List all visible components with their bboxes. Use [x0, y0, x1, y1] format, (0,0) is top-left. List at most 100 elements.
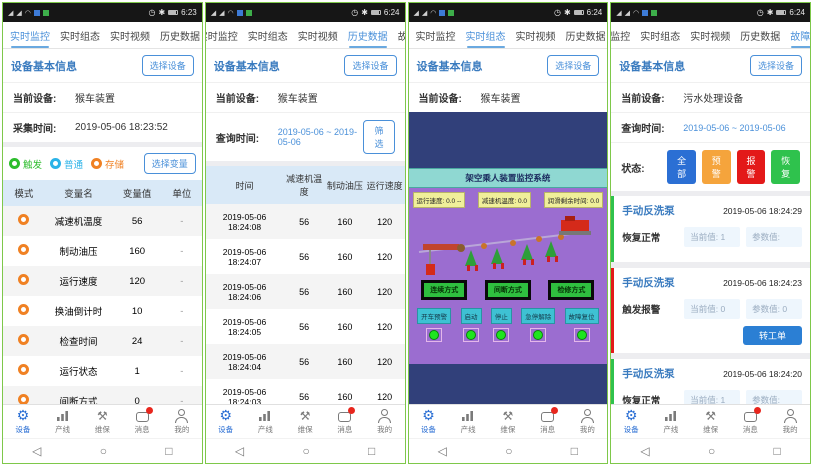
recents-button[interactable]: □	[368, 444, 375, 458]
table-row: 减速机温度 56 -	[3, 206, 202, 236]
nav-item-maintenance[interactable]: 维保	[500, 409, 515, 435]
select-device-button[interactable]: 选择设备	[142, 55, 194, 76]
nav-item-messages[interactable]: 消息	[337, 409, 352, 435]
filter-button[interactable]: 筛选	[363, 120, 394, 154]
variable-name: 减速机温度	[45, 214, 113, 228]
row-time: 2019-05-06 18:24:04	[206, 352, 284, 372]
row-pressure: 160	[325, 392, 365, 402]
row-time: 2019-05-06 18:24:05	[206, 317, 284, 337]
estop-release-button[interactable]: 急停解除	[521, 308, 555, 324]
query-range: 2019-05-06 ~ 2019-05-06	[278, 127, 364, 147]
back-button[interactable]: ◁	[235, 444, 244, 458]
filter-recovered-button[interactable]: 恢复	[771, 150, 800, 184]
back-button[interactable]: ◁	[32, 444, 41, 458]
tab-realtime-config[interactable]: 实时组态	[461, 22, 511, 48]
select-device-button[interactable]: 选择设备	[750, 55, 802, 76]
home-button[interactable]: ○	[708, 444, 715, 458]
nav-item-mine[interactable]: 我的	[174, 409, 189, 435]
nav-item-mine[interactable]: 我的	[377, 409, 392, 435]
nav-item-mine[interactable]: 我的	[580, 409, 595, 435]
start-button[interactable]: 启动	[461, 308, 482, 324]
intermittent-mode-button[interactable]: 间断方式	[485, 280, 531, 300]
tab-realtime-config[interactable]: 实时组态	[243, 22, 293, 48]
tab-realtime-config[interactable]: 实时组态	[635, 22, 685, 48]
tab-realtime-monitor[interactable]: 实时监控	[5, 22, 55, 48]
query-time-row: 查询时间: 2019-05-06 ~ 2019-05-06	[611, 112, 810, 142]
stop-button[interactable]: 停止	[491, 308, 512, 324]
nav-item-device[interactable]: 设备	[218, 409, 233, 435]
battery-icon	[776, 10, 786, 15]
bottom-nav: 设备 产线 维保 消息 我的	[206, 404, 405, 438]
row-time: 2019-05-06 18:24:03	[206, 387, 284, 405]
notification-icon	[237, 10, 243, 16]
filter-warning-button[interactable]: 预警	[702, 150, 731, 184]
tab-realtime-video[interactable]: 实时视频	[105, 22, 155, 48]
home-button[interactable]: ○	[302, 444, 309, 458]
row-pressure: 160	[325, 217, 365, 227]
home-button[interactable]: ○	[505, 444, 512, 458]
continuous-mode-button[interactable]: 连续方式	[421, 280, 467, 300]
prestart-warning-button[interactable]: 开车预警	[417, 308, 451, 324]
recents-button[interactable]: □	[774, 444, 781, 458]
tab-realtime-config[interactable]: 实时组态	[55, 22, 105, 48]
filter-all-button[interactable]: 全部	[667, 150, 696, 184]
store-mode-icon	[18, 214, 29, 225]
nav-item-messages[interactable]: 消息	[540, 409, 555, 435]
wrench-icon	[705, 409, 716, 423]
overhaul-mode-button[interactable]: 检修方式	[548, 280, 594, 300]
scada-header-area	[409, 112, 608, 168]
nav-item-messages[interactable]: 消息	[743, 409, 758, 435]
tab-history-data[interactable]: 历史数据	[735, 22, 785, 48]
tab-realtime-monitor[interactable]: 实时监控	[411, 22, 461, 48]
nav-item-device[interactable]: 设备	[421, 409, 436, 435]
filter-alarm-button[interactable]: 报警	[737, 150, 766, 184]
tab-fault-records[interactable]: 故障记录	[393, 22, 405, 48]
recents-button[interactable]: □	[571, 444, 578, 458]
status-time: 6:24	[384, 8, 400, 17]
back-button[interactable]: ◁	[640, 444, 649, 458]
fault-status: 恢复正常	[622, 230, 678, 244]
current-value-box: 当前值: 1	[684, 390, 740, 404]
nav-item-maintenance[interactable]: 维保	[703, 409, 718, 435]
row-time: 2019-05-06 18:24:07	[206, 247, 284, 267]
nav-item-messages[interactable]: 消息	[135, 409, 150, 435]
nav-item-device[interactable]: 设备	[624, 409, 639, 435]
tab-realtime-video[interactable]: 实时视频	[685, 22, 735, 48]
tab-realtime-video[interactable]: 实时视频	[293, 22, 343, 48]
select-device-button[interactable]: 选择设备	[547, 55, 599, 76]
person-icon	[784, 409, 797, 423]
row-speed: 120	[365, 252, 405, 262]
tab-realtime-monitor[interactable]: 实时监控	[611, 22, 635, 48]
home-button[interactable]: ○	[100, 444, 107, 458]
wifi-icon: ◠	[228, 9, 234, 17]
tab-realtime-monitor[interactable]: 实时监控	[206, 22, 243, 48]
wifi-icon: ◠	[25, 9, 31, 17]
row-temp: 56	[283, 392, 325, 402]
nav-item-production-line[interactable]: 产线	[663, 409, 678, 435]
tab-history-data[interactable]: 历史数据	[561, 22, 608, 48]
select-device-button[interactable]: 选择设备	[344, 55, 396, 76]
nav-item-production-line[interactable]: 产线	[55, 409, 70, 435]
fault-card-list: 手动反洗泵 2019-05-06 18:24:29 恢复正常 当前值: 1 参数…	[611, 196, 810, 404]
nav-item-production-line[interactable]: 产线	[461, 409, 476, 435]
nav-item-production-line[interactable]: 产线	[258, 409, 273, 435]
tab-fault-records[interactable]: 故障记录	[785, 22, 810, 48]
nav-item-maintenance[interactable]: 维保	[298, 409, 313, 435]
nav-item-mine[interactable]: 我的	[783, 409, 798, 435]
nav-item-device[interactable]: 设备	[15, 409, 30, 435]
fault-reset-button[interactable]: 故障复位	[565, 308, 599, 324]
fault-card: 手动反洗泵 2019-05-06 18:24:23 触发报警 当前值: 0 参数…	[611, 268, 810, 353]
nav-item-maintenance[interactable]: 维保	[95, 409, 110, 435]
tab-realtime-video[interactable]: 实时视频	[511, 22, 561, 48]
collect-time-row: 采集时间: 2019-05-06 18:23:52	[3, 112, 202, 142]
select-variable-button[interactable]: 选择变量	[144, 153, 196, 174]
signal-icon: ◢	[211, 9, 216, 17]
tab-history-data[interactable]: 历史数据	[155, 22, 202, 48]
recents-button[interactable]: □	[165, 444, 172, 458]
create-work-order-button[interactable]: 转工单	[743, 326, 802, 345]
back-button[interactable]: ◁	[438, 444, 447, 458]
fault-timestamp: 2019-05-06 18:24:29	[723, 206, 802, 216]
tab-history-data[interactable]: 历史数据	[343, 22, 393, 48]
status-bar: ◢ ◢ ◠ ◷ ✱ 6:23	[3, 3, 202, 22]
current-device-row: 当前设备: 污水处理设备	[611, 82, 810, 112]
